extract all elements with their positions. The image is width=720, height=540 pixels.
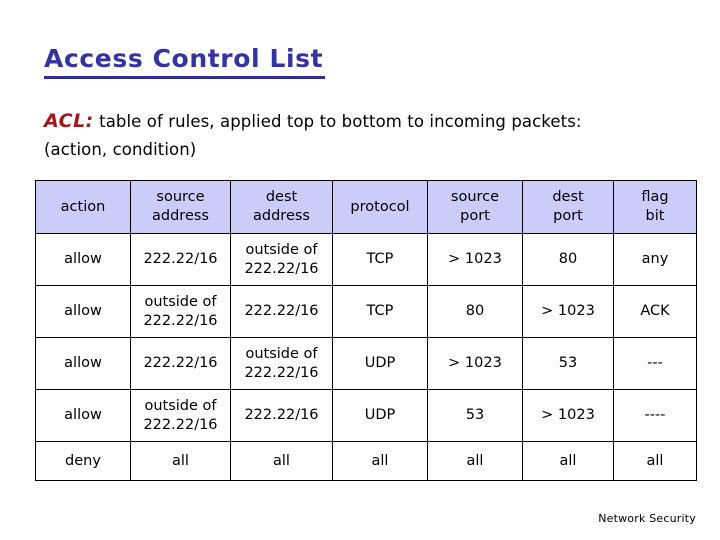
cell-dest-address: 222.22/16 xyxy=(230,285,333,338)
column-header-dest-port-line1: dest xyxy=(552,189,584,206)
cell-flag-bit: all xyxy=(613,441,697,481)
cell-dest-address-line1: outside of xyxy=(245,345,318,362)
column-header-flag-bit-line1: flag xyxy=(641,189,669,206)
table-header-row: action source address dest address proto… xyxy=(35,180,697,234)
cell-flag-bit: ---- xyxy=(613,389,697,442)
column-header-dest-address-line2: address xyxy=(253,208,310,224)
cell-flag-bit: ACK xyxy=(613,285,697,338)
cell-protocol: TCP xyxy=(332,285,428,338)
table-row: allow outside of 222.22/16 222.22/16 TCP… xyxy=(35,285,697,338)
table-row: deny all all all all all all xyxy=(35,441,697,481)
cell-source-port: > 1023 xyxy=(427,233,523,286)
cell-source-address: 222.22/16 xyxy=(130,233,231,286)
acl-label: ACL: xyxy=(44,110,94,132)
intro-line-1: table of rules, applied top to bottom to… xyxy=(99,112,582,131)
cell-source-address-line1: all xyxy=(172,452,189,469)
column-header-source-port-line1: source xyxy=(450,189,500,206)
cell-source-port: 80 xyxy=(427,285,523,338)
access-control-list-table: action source address dest address proto… xyxy=(35,180,697,481)
column-header-dest-address: dest address xyxy=(230,180,333,234)
table-row: allow 222.22/16 outside of 222.22/16 UDP… xyxy=(35,337,697,390)
cell-flag-bit: any xyxy=(613,233,697,286)
cell-dest-port: 80 xyxy=(522,233,614,286)
column-header-action: action xyxy=(35,180,131,234)
cell-source-address-line1: outside of xyxy=(144,293,217,310)
column-header-source-address-line2: address xyxy=(152,208,209,224)
cell-dest-port: > 1023 xyxy=(522,285,614,338)
title-underline xyxy=(44,76,325,79)
cell-dest-port: 53 xyxy=(522,337,614,390)
column-header-dest-port-line2: port xyxy=(553,208,583,224)
cell-source-address-line2: 222.22/16 xyxy=(143,312,218,329)
page-title: Access Control List xyxy=(44,44,324,73)
column-header-protocol-line1: protocol xyxy=(350,198,410,215)
column-header-source-address-line1: source xyxy=(156,189,205,206)
cell-flag-bit: --- xyxy=(613,337,697,390)
cell-source-port: > 1023 xyxy=(427,337,523,390)
cell-dest-port: all xyxy=(522,441,614,481)
cell-source-address: all xyxy=(130,441,231,481)
cell-action: allow xyxy=(35,285,131,338)
cell-source-port: 53 xyxy=(427,389,523,442)
cell-action: deny xyxy=(35,441,131,481)
table-row: allow outside of 222.22/16 222.22/16 UDP… xyxy=(35,389,697,442)
cell-action: allow xyxy=(35,389,131,442)
cell-dest-address: outside of 222.22/16 xyxy=(230,233,333,286)
cell-dest-address-line2: 222.22/16 xyxy=(244,364,319,381)
cell-source-address-line2: 222.22/16 xyxy=(143,416,218,433)
cell-source-address: outside of 222.22/16 xyxy=(130,285,231,338)
column-header-dest-port: dest port xyxy=(522,180,614,234)
slide-footer: Network Security xyxy=(598,512,696,525)
cell-dest-address-line1: outside of xyxy=(245,241,318,258)
cell-source-address-line1: outside of xyxy=(144,397,217,414)
cell-dest-address: outside of 222.22/16 xyxy=(230,337,333,390)
cell-source-address: outside of 222.22/16 xyxy=(130,389,231,442)
cell-source-address-line1: 222.22/16 xyxy=(143,355,218,372)
cell-dest-address: all xyxy=(230,441,333,481)
cell-dest-address-line2: 222.22/16 xyxy=(244,260,319,277)
slide-canvas: Access Control List ACL: table of rules,… xyxy=(0,0,720,540)
intro-line-2: (action, condition) xyxy=(44,139,197,159)
column-header-flag-bit-line2: bit xyxy=(645,208,665,224)
column-header-dest-address-line1: dest xyxy=(265,189,298,206)
cell-source-port: all xyxy=(427,441,523,481)
cell-protocol: UDP xyxy=(332,389,428,442)
cell-action: allow xyxy=(35,337,131,390)
cell-protocol: all xyxy=(332,441,428,481)
column-header-source-port-line2: port xyxy=(460,208,490,224)
cell-protocol: UDP xyxy=(332,337,428,390)
column-header-flag-bit: flag bit xyxy=(613,180,697,234)
intro-paragraph: ACL: table of rules, applied top to bott… xyxy=(44,108,694,161)
cell-dest-address-line1: all xyxy=(273,452,290,469)
cell-protocol: TCP xyxy=(332,233,428,286)
column-header-source-port: source port xyxy=(427,180,523,234)
cell-dest-address-line1: 222.22/16 xyxy=(244,407,319,424)
column-header-protocol: protocol xyxy=(332,180,428,234)
cell-dest-port: > 1023 xyxy=(522,389,614,442)
cell-source-address-line1: 222.22/16 xyxy=(143,251,218,268)
table-row: allow 222.22/16 outside of 222.22/16 TCP… xyxy=(35,233,697,286)
cell-action: allow xyxy=(35,233,131,286)
column-header-action-line1: action xyxy=(60,198,106,215)
cell-source-address: 222.22/16 xyxy=(130,337,231,390)
column-header-source-address: source address xyxy=(130,180,231,234)
cell-dest-address-line1: 222.22/16 xyxy=(244,303,319,320)
cell-dest-address: 222.22/16 xyxy=(230,389,333,442)
